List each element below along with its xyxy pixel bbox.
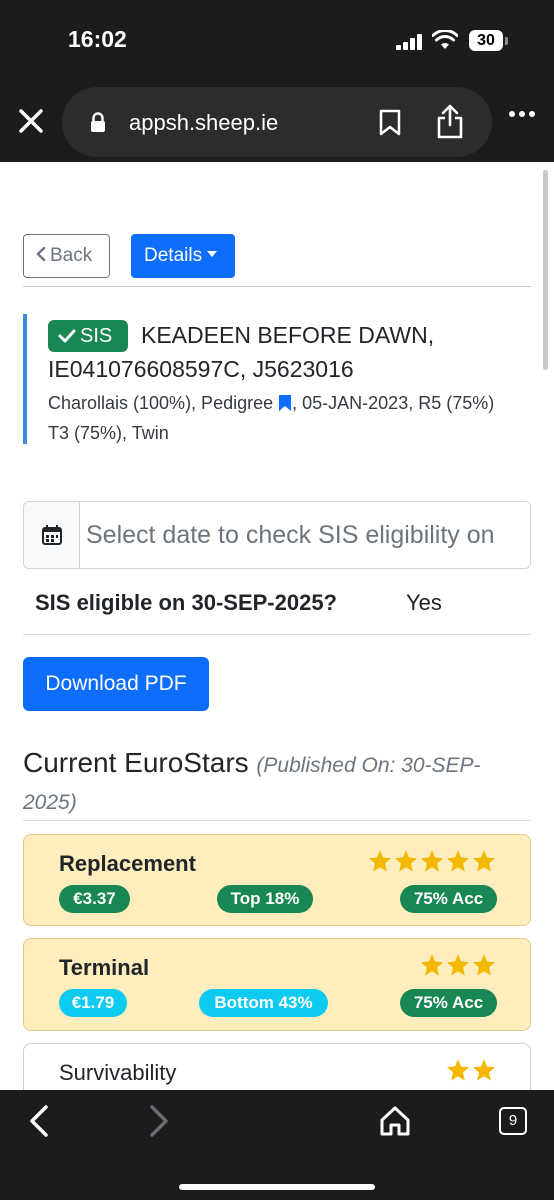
scrollbar[interactable] bbox=[543, 170, 548, 370]
home-icon[interactable] bbox=[379, 1105, 411, 1137]
signal-icon bbox=[396, 34, 422, 50]
star-icon bbox=[447, 850, 469, 872]
card-title: Survivability bbox=[59, 1060, 177, 1085]
calendar-addon[interactable] bbox=[24, 502, 80, 568]
details-dropdown-button[interactable]: Details bbox=[131, 234, 235, 278]
star-icon bbox=[447, 1059, 469, 1081]
more-icon[interactable] bbox=[508, 110, 536, 118]
wifi-icon bbox=[432, 30, 458, 49]
details-label: Details bbox=[144, 245, 203, 266]
back-button[interactable]: Back bbox=[23, 234, 110, 278]
back-label: Back bbox=[50, 245, 93, 266]
star-icon bbox=[473, 954, 495, 976]
divider bbox=[23, 286, 531, 287]
card-title: Replacement bbox=[59, 851, 196, 876]
back-arrow-icon[interactable] bbox=[26, 1104, 54, 1138]
sis-date-input[interactable] bbox=[81, 502, 530, 568]
caret-down-icon bbox=[207, 251, 218, 257]
chevron-left-icon bbox=[36, 246, 46, 262]
check-icon bbox=[58, 329, 76, 343]
sis-eligibility-answer: Yes bbox=[406, 590, 442, 615]
star-icon bbox=[369, 850, 391, 872]
star-icon bbox=[395, 850, 417, 872]
star-rating bbox=[444, 1058, 496, 1086]
star-rating bbox=[418, 953, 496, 981]
star-icon bbox=[447, 954, 469, 976]
browser-chrome: 16:02 30 appsh.sheep.ie bbox=[0, 0, 554, 162]
url-text: appsh.sheep.ie bbox=[129, 110, 279, 135]
browser-toolbar: 9 bbox=[0, 1090, 554, 1200]
close-icon[interactable] bbox=[14, 104, 48, 138]
sis-badge-label: SIS bbox=[80, 325, 113, 347]
rank-badge: Top 18% bbox=[217, 885, 313, 913]
eurostar-card-replacement[interactable]: Replacement €3.37 Top 18% 75% Acc bbox=[23, 834, 531, 926]
eurostars-heading: Current EuroStars (Published On: 30-SEP-… bbox=[23, 746, 523, 820]
star-icon bbox=[473, 850, 495, 872]
divider bbox=[23, 634, 531, 635]
sis-date-picker[interactable] bbox=[23, 501, 531, 569]
battery-tip bbox=[505, 37, 508, 45]
status-time: 16:02 bbox=[68, 26, 127, 52]
animal-meta: Charollais (100%), Pedigree , 05-JAN-202… bbox=[48, 388, 518, 448]
star-icon bbox=[473, 1059, 495, 1081]
animal-meta-breed: Charollais (100%), Pedigree bbox=[48, 393, 274, 413]
eurostars-title: Current EuroStars bbox=[23, 747, 249, 778]
address-bar[interactable]: appsh.sheep.ie bbox=[62, 87, 492, 157]
divider bbox=[23, 820, 531, 821]
bookmark-icon bbox=[279, 395, 292, 411]
share-icon[interactable] bbox=[436, 104, 464, 139]
lock-icon bbox=[91, 112, 105, 132]
accuracy-badge: 75% Acc bbox=[400, 885, 497, 913]
rank-badge: Bottom 43% bbox=[199, 989, 328, 1017]
tabs-button[interactable]: 9 bbox=[499, 1107, 527, 1135]
sis-eligibility-row: SIS eligible on 30-SEP-2025? Yes bbox=[35, 590, 442, 616]
star-icon bbox=[421, 954, 443, 976]
bookmark-icon[interactable] bbox=[379, 109, 401, 136]
sis-eligibility-question: SIS eligible on 30-SEP-2025? bbox=[35, 590, 337, 615]
star-icon bbox=[421, 850, 443, 872]
home-indicator bbox=[179, 1184, 375, 1190]
eurostar-card-terminal[interactable]: Terminal €1.79 Bottom 43% 75% Acc bbox=[23, 938, 531, 1031]
forward-arrow-icon[interactable] bbox=[144, 1104, 172, 1138]
eurostar-card-survivability[interactable]: Survivability bbox=[23, 1043, 531, 1090]
animal-summary: KEADEEN BEFORE DAWN, IE041076608597C, J5… bbox=[23, 314, 531, 444]
card-title: Terminal bbox=[59, 955, 150, 980]
calendar-icon bbox=[42, 525, 62, 545]
value-badge: €3.37 bbox=[59, 885, 130, 913]
download-pdf-button[interactable]: Download PDF bbox=[23, 657, 209, 711]
battery-icon: 30 bbox=[469, 30, 503, 51]
page-content: Back Details KEADEEN BEFORE DAWN, IE0410… bbox=[0, 162, 554, 1090]
accuracy-badge: 75% Acc bbox=[400, 989, 497, 1017]
value-badge: €1.79 bbox=[59, 989, 127, 1017]
star-rating bbox=[366, 849, 496, 877]
sis-badge: SIS bbox=[48, 320, 128, 352]
